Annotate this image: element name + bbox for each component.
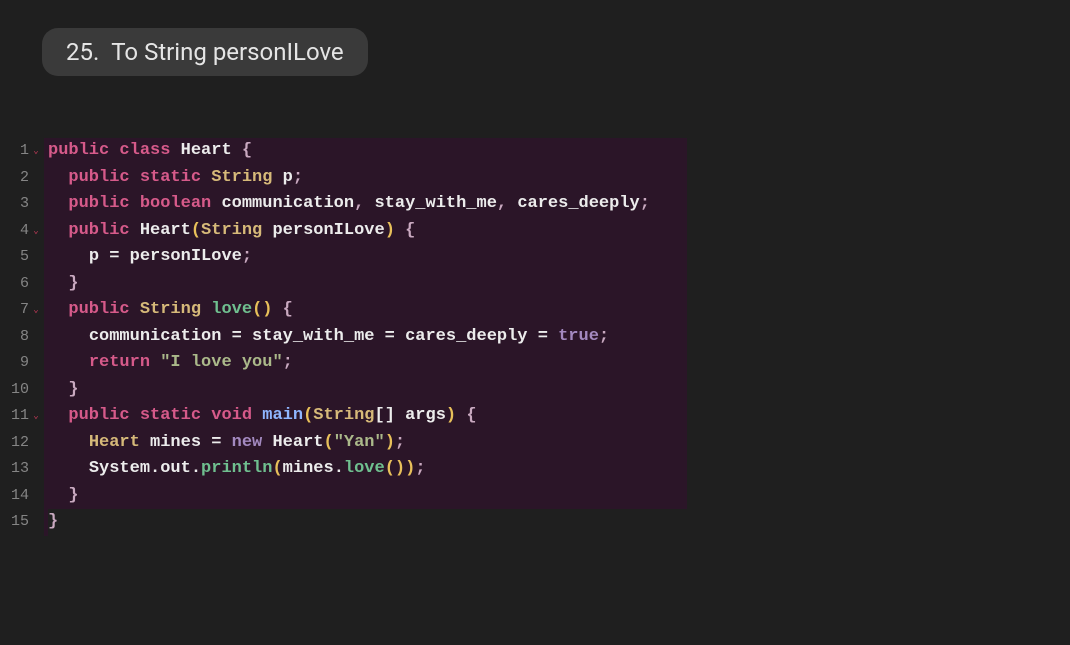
title-text: To String personILove [111, 38, 343, 66]
code-area[interactable]: public class Heart { public static Strin… [44, 138, 687, 536]
title-pill: 25. To String personILove [42, 28, 368, 76]
line-number: 15 [11, 509, 29, 536]
line-number: 5 [20, 244, 29, 271]
gutter-line: 9⌄ [4, 350, 40, 377]
code-line: Heart mines = new Heart("Yan"); [48, 430, 687, 457]
gutter-line: 3⌄ [4, 191, 40, 218]
gutter-line: 14⌄ [4, 483, 40, 510]
code-line: public static void main(String[] args) { [48, 403, 687, 430]
fold-icon[interactable]: ⌄ [32, 297, 40, 324]
code-line: p = personILove; [48, 244, 687, 271]
gutter-line: 12⌄ [4, 430, 40, 457]
gutter-line: 5⌄ [4, 244, 40, 271]
gutter-line: 2⌄ [4, 165, 40, 192]
fold-icon[interactable]: ⌄ [32, 138, 40, 165]
title-number: 25. [66, 38, 99, 66]
gutter-line: 4⌄ [4, 218, 40, 245]
code-line: public Heart(String personILove) { [48, 218, 687, 245]
line-number: 6 [20, 271, 29, 298]
line-number: 4 [20, 218, 29, 245]
line-number: 10 [11, 377, 29, 404]
code-line: } [48, 483, 687, 510]
line-number: 1 [20, 138, 29, 165]
gutter-line: 15⌄ [4, 509, 40, 536]
gutter-line: 6⌄ [4, 271, 40, 298]
line-number: 14 [11, 483, 29, 510]
fold-icon[interactable]: ⌄ [32, 403, 40, 430]
code-line: } [48, 271, 687, 298]
line-gutter: 1⌄2⌄3⌄4⌄5⌄6⌄7⌄8⌄9⌄10⌄11⌄12⌄13⌄14⌄15⌄ [0, 138, 44, 536]
line-number: 7 [20, 297, 29, 324]
line-number: 2 [20, 165, 29, 192]
gutter-line: 1⌄ [4, 138, 40, 165]
line-number: 11 [11, 403, 29, 430]
line-number: 9 [20, 350, 29, 377]
gutter-line: 7⌄ [4, 297, 40, 324]
line-number: 12 [11, 430, 29, 457]
gutter-line: 11⌄ [4, 403, 40, 430]
code-line: } [48, 377, 687, 404]
code-line: public String love() { [48, 297, 687, 324]
code-line: System.out.println(mines.love()); [48, 456, 687, 483]
code-line: public class Heart { [48, 138, 687, 165]
code-line: public static String p; [48, 165, 687, 192]
code-line: return "I love you"; [48, 350, 687, 377]
gutter-line: 10⌄ [4, 377, 40, 404]
gutter-line: 13⌄ [4, 456, 40, 483]
line-number: 8 [20, 324, 29, 351]
fold-icon[interactable]: ⌄ [32, 218, 40, 245]
gutter-line: 8⌄ [4, 324, 40, 351]
code-line: communication = stay_with_me = cares_dee… [48, 324, 687, 351]
line-number: 13 [11, 456, 29, 483]
code-editor[interactable]: 1⌄2⌄3⌄4⌄5⌄6⌄7⌄8⌄9⌄10⌄11⌄12⌄13⌄14⌄15⌄ pub… [0, 138, 687, 536]
line-number: 3 [20, 191, 29, 218]
code-line: public boolean communication, stay_with_… [48, 191, 687, 218]
code-line: } [48, 509, 687, 536]
